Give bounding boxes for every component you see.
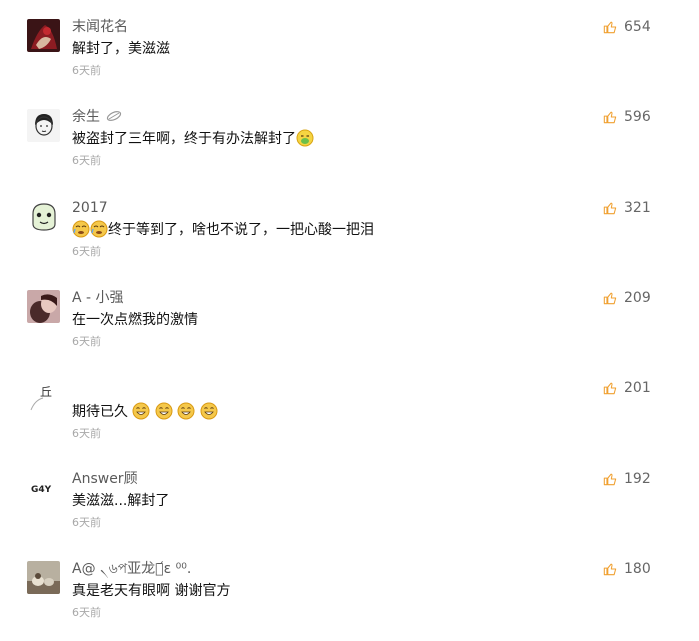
- comment-item: 末闻花名 解封了，美滋滋 6天前 654: [0, 19, 699, 99]
- username[interactable]: 末闻花名: [72, 18, 128, 36]
- like-button[interactable]: 180: [603, 559, 651, 579]
- comment-item: G4Y Answer顾 美滋滋...解封了 6天前 192: [0, 471, 699, 551]
- like-count: 654: [624, 19, 651, 35]
- comment-text: 解封了，美滋滋: [72, 41, 170, 57]
- like-button[interactable]: 654: [603, 17, 651, 37]
- timestamp: 6天前: [72, 64, 101, 77]
- thumbs-up-icon: [603, 21, 617, 34]
- smiley-emoji-icon: [132, 402, 150, 419]
- avatar[interactable]: [27, 561, 60, 594]
- comment-list: 末闻花名 解封了，美滋滋 6天前 654 余生 被盗封了三年啊，终于有办法解封了…: [0, 0, 699, 626]
- smiley-emoji-icon: [177, 402, 195, 419]
- comment-text-label: 被盗封了三年啊，终于有办法解封了: [72, 131, 296, 147]
- like-count: 321: [624, 200, 651, 216]
- avatar[interactable]: G4Y: [27, 471, 60, 504]
- timestamp: 6天前: [72, 427, 101, 440]
- username[interactable]: Answer顾: [72, 470, 138, 488]
- comment-text: 终于等到了，啥也不说了，一把心酸一把泪: [72, 220, 374, 240]
- thumbs-up-icon: [603, 202, 617, 215]
- smiley-emoji-icon: [155, 402, 173, 419]
- comment-item: 丘 期待已久 6天前 201: [0, 380, 699, 460]
- smiley-emoji-icon: [90, 220, 108, 237]
- thumbs-up-icon: [603, 292, 617, 305]
- comment-text: 美滋滋...解封了: [72, 493, 170, 509]
- comment-text: 被盗封了三年啊，终于有办法解封了: [72, 129, 314, 149]
- like-count: 201: [624, 380, 651, 396]
- smiley-emoji-icon: [296, 129, 314, 146]
- avatar-mark: G4Y: [31, 485, 52, 495]
- thumbs-up-icon: [603, 473, 617, 486]
- smiley-emoji-icon: [72, 220, 90, 237]
- avatar[interactable]: 丘: [27, 380, 60, 413]
- comment-text-label: 期待已久: [72, 404, 128, 420]
- username[interactable]: A - 小强: [72, 289, 124, 307]
- timestamp: 6天前: [72, 606, 101, 619]
- avatar-mark: 丘: [40, 385, 52, 399]
- like-button[interactable]: 321: [603, 198, 651, 218]
- comment-text-label: 终于等到了，啥也不说了，一把心酸一把泪: [108, 222, 374, 238]
- like-count: 596: [624, 109, 651, 125]
- like-button[interactable]: 596: [603, 107, 651, 127]
- username-label: 余生: [72, 109, 100, 125]
- avatar[interactable]: [27, 109, 60, 142]
- like-count: 209: [624, 290, 651, 306]
- feather-badge-icon: [106, 110, 122, 121]
- timestamp: 6天前: [72, 516, 101, 529]
- timestamp: 6天前: [72, 154, 101, 167]
- username[interactable]: A@ ৲৬প亚龙呦᷄ɛ ⁰⁰.: [72, 560, 191, 578]
- thumbs-up-icon: [603, 563, 617, 576]
- like-button[interactable]: 201: [603, 378, 651, 398]
- timestamp: 6天前: [72, 245, 101, 258]
- like-button[interactable]: 209: [603, 288, 651, 308]
- smiley-emoji-icon: [200, 402, 218, 419]
- like-count: 180: [624, 561, 651, 577]
- avatar[interactable]: [27, 200, 60, 233]
- comment-text: 在一次点燃我的激情: [72, 312, 198, 328]
- comment-item: A - 小强 在一次点燃我的激情 6天前 209: [0, 290, 699, 370]
- username[interactable]: 2017: [72, 199, 108, 217]
- comment-item: 余生 被盗封了三年啊，终于有办法解封了 6天前 596: [0, 109, 699, 189]
- avatar[interactable]: [27, 19, 60, 52]
- thumbs-up-icon: [603, 382, 617, 395]
- comment-item: A@ ৲৬প亚龙呦᷄ɛ ⁰⁰. 真是老天有眼啊 谢谢官方 6天前 180: [0, 561, 699, 641]
- comment-text: 期待已久: [72, 402, 218, 422]
- like-count: 192: [624, 471, 651, 487]
- comment-text: 真是老天有眼啊 谢谢官方: [72, 583, 231, 599]
- timestamp: 6天前: [72, 335, 101, 348]
- username[interactable]: 余生: [72, 108, 122, 126]
- like-button[interactable]: 192: [603, 469, 651, 489]
- comment-item: 2017 终于等到了，啥也不说了，一把心酸一把泪 6天前 321: [0, 200, 699, 280]
- thumbs-up-icon: [603, 111, 617, 124]
- avatar[interactable]: [27, 290, 60, 323]
